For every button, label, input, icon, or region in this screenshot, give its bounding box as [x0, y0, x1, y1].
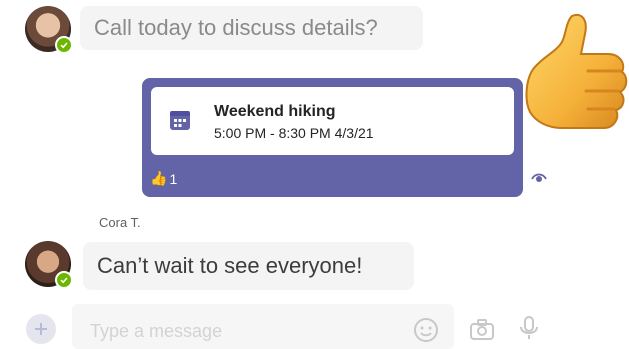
add-button[interactable]: [26, 314, 56, 344]
reaction-count: 1: [169, 170, 178, 187]
avatar-cora[interactable]: [25, 241, 73, 289]
avatar-top[interactable]: [25, 6, 73, 54]
message-text: Call today to discuss details?: [94, 15, 378, 40]
microphone-icon[interactable]: [516, 315, 542, 341]
available-status-icon: [55, 36, 73, 54]
event-time: 5:00 PM - 8:30 PM 4/3/21: [214, 125, 374, 141]
plus-icon: [35, 323, 47, 335]
event-card[interactable]: Weekend hiking 5:00 PM - 8:30 PM 4/3/21: [151, 87, 514, 155]
emoji-icon[interactable]: [413, 317, 439, 343]
reaction-badge[interactable]: 👍 1: [150, 170, 177, 187]
sender-name: Cora T.: [99, 215, 141, 230]
thumbs-up-icon: 👍: [150, 170, 168, 186]
calendar-icon: [170, 111, 190, 130]
seen-icon: [531, 173, 547, 182]
message-composer[interactable]: [72, 304, 454, 349]
available-status-icon: [55, 271, 73, 289]
event-message[interactable]: Weekend hiking 5:00 PM - 8:30 PM 4/3/21 …: [142, 78, 523, 197]
camera-icon[interactable]: [469, 317, 495, 343]
thumbs-up-icon: [525, 14, 628, 129]
message-input[interactable]: [88, 320, 392, 343]
message-bubble[interactable]: Call today to discuss details?: [80, 6, 423, 50]
message-text: Can’t wait to see everyone!: [97, 253, 363, 278]
event-title: Weekend hiking: [214, 103, 336, 120]
message-bubble[interactable]: Can’t wait to see everyone!: [83, 242, 414, 290]
